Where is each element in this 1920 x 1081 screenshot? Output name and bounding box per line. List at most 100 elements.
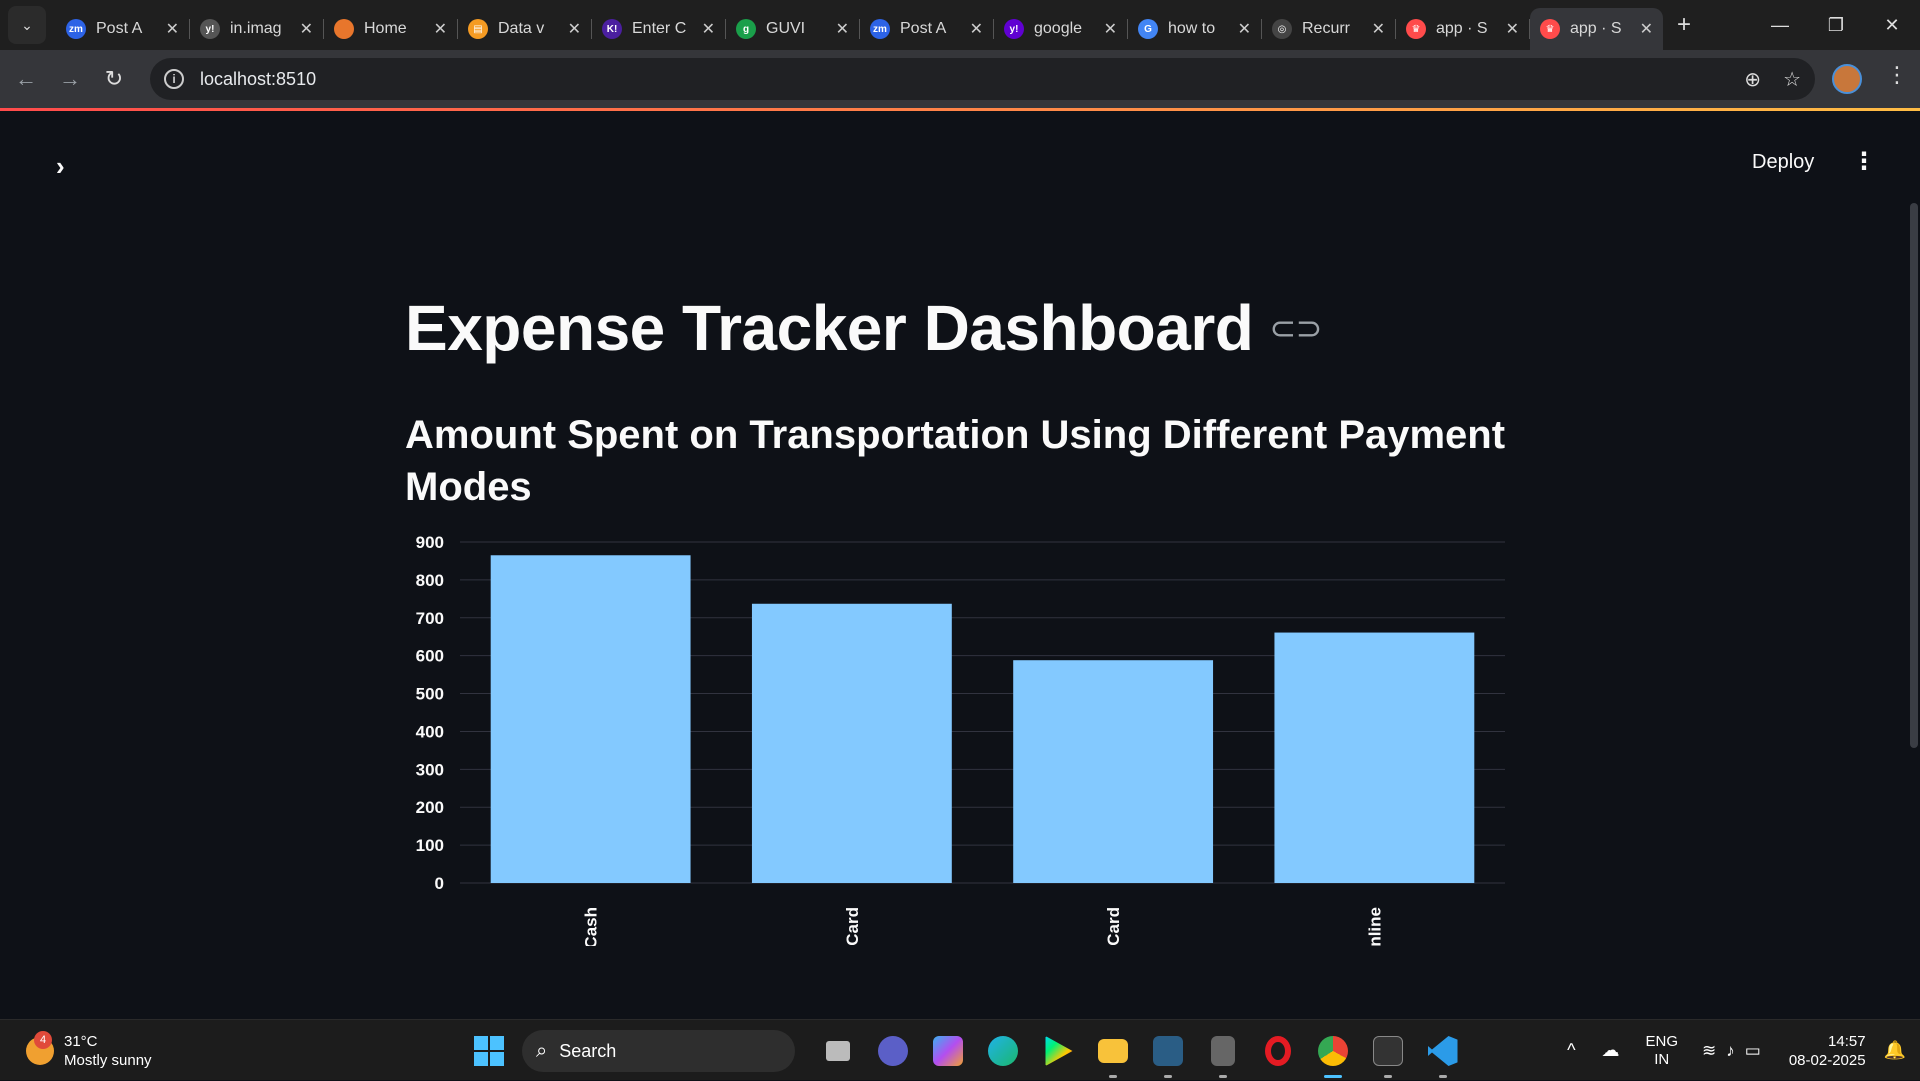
system-tray: ^ ☁ ENG IN ≋♪▭ 14:57 08-02-2025 🔔 (1567, 1020, 1920, 1081)
y-tick-label: 500 (416, 685, 444, 704)
browser-tab[interactable]: ◎ Recurr ✕ (1262, 8, 1395, 50)
reload-button[interactable]: ↻ (96, 66, 132, 92)
minimize-button[interactable]: — (1752, 15, 1808, 36)
bookmark-star-icon[interactable]: ☆ (1783, 67, 1801, 92)
zm-icon: zm (870, 19, 890, 39)
scrollbar[interactable] (1910, 203, 1918, 748)
tab-close-icon[interactable]: ✕ (1372, 19, 1385, 39)
deploy-button[interactable]: Deploy (1752, 151, 1814, 174)
x-tick-label: it Card (1104, 907, 1123, 946)
sidebar-expand-chevron-icon[interactable]: › (56, 151, 65, 182)
tab-label: how to (1168, 20, 1216, 37)
k-icon: K! (602, 19, 622, 39)
browser-tab[interactable]: zm Post A ✕ (860, 8, 993, 50)
browser-tab-bar: ⌄ zm Post A ✕ y! in.imag ✕ Home ✕ ▤ Data v ✕ K! Ente… (0, 0, 1920, 50)
browser-tab[interactable]: ▤ Data v ✕ (458, 8, 591, 50)
lang-top: ENG (1645, 1032, 1679, 1050)
forward-button[interactable]: → (52, 66, 88, 92)
browser-menu-icon[interactable]: ⋮ (1886, 62, 1908, 88)
tab-label: in.imag (230, 20, 282, 37)
x-tick-label: Cash (582, 907, 601, 946)
calculator-icon[interactable] (1195, 1032, 1250, 1078)
tab-close-icon[interactable]: ✕ (836, 19, 849, 39)
y-icon: y! (1004, 19, 1024, 39)
main-menu-icon[interactable]: ⋮ (1852, 147, 1876, 176)
clock-date: 08-02-2025 (1788, 1051, 1866, 1069)
y-tick-label: 700 (416, 609, 444, 628)
tab-close-icon[interactable]: ✕ (1238, 19, 1251, 39)
tab-close-icon[interactable]: ✕ (166, 19, 179, 39)
language-indicator[interactable]: ENG IN (1646, 1033, 1679, 1069)
terminal-icon[interactable] (1360, 1032, 1415, 1078)
browser-tab[interactable]: ♛ app · S ✕ (1396, 8, 1529, 50)
streamlit-icon: ♛ (1406, 19, 1426, 39)
browser-tab[interactable]: zm Post A ✕ (56, 8, 189, 50)
streamlit-icon: ♛ (1540, 19, 1560, 39)
zoom-icon[interactable]: ⊕ (1744, 67, 1761, 92)
restore-button[interactable]: ❐ (1808, 15, 1864, 36)
site-info-icon[interactable]: i (164, 69, 184, 89)
new-tab-button[interactable]: + (1677, 11, 1691, 39)
browser-tab[interactable]: g GUVI ✕ (726, 8, 859, 50)
page-title: Expense Tracker Dashboard ⊂⊃ (405, 291, 1322, 365)
y-tick-label: 800 (416, 571, 444, 590)
task-view-icon[interactable] (810, 1032, 865, 1070)
tray-overflow-chevron-icon[interactable]: ^ (1567, 1040, 1575, 1061)
anchor-link-icon[interactable]: ⊂⊃ (1269, 309, 1322, 347)
meet-icon[interactable] (865, 1032, 920, 1070)
address-bar[interactable]: i localhost:8510 ⊕ ☆ (150, 58, 1815, 100)
onedrive-cloud-icon[interactable]: ☁ (1602, 1040, 1620, 1061)
browser-tab[interactable]: K! Enter C ✕ (592, 8, 725, 50)
edge-icon[interactable] (975, 1032, 1030, 1070)
window-controls: — ❐ ✕ (1752, 0, 1920, 50)
app-main: › Deploy ⋮ Expense Tracker Dashboard ⊂⊃ … (0, 111, 1920, 1019)
mysql-workbench-icon[interactable] (1140, 1032, 1195, 1078)
url-text[interactable]: localhost:8510 (200, 69, 316, 90)
tab-close-icon[interactable]: ✕ (1506, 19, 1519, 39)
y-tick-label: 100 (416, 836, 444, 855)
tab-close-icon[interactable]: ✕ (970, 19, 983, 39)
tab-search-button[interactable]: ⌄ (8, 6, 46, 44)
y-tick-label: 200 (416, 798, 444, 817)
browser-tab[interactable]: ♛ app · S ✕ (1530, 8, 1663, 50)
profile-avatar[interactable] (1832, 64, 1862, 94)
network-volume-battery-icons[interactable]: ≋♪▭ (1702, 1041, 1771, 1061)
google-icon: G (1138, 19, 1158, 39)
openai-icon: ◎ (1272, 19, 1292, 39)
start-button[interactable] (474, 1036, 504, 1066)
y-tick-label: 300 (416, 760, 444, 779)
browser-tab[interactable]: y! in.imag ✕ (190, 8, 323, 50)
tab-close-icon[interactable]: ✕ (434, 19, 447, 39)
browser-tab[interactable]: Ghow to ✕ (1128, 8, 1261, 50)
close-window-button[interactable]: ✕ (1864, 15, 1920, 36)
c-icon (334, 19, 354, 39)
file-explorer-icon[interactable] (1085, 1032, 1140, 1078)
copilot-icon[interactable] (920, 1032, 975, 1070)
tab-close-icon[interactable]: ✕ (300, 19, 313, 39)
lang-bottom: IN (1654, 1050, 1670, 1068)
opera-icon[interactable] (1250, 1032, 1305, 1070)
tab-close-icon[interactable]: ✕ (1640, 19, 1653, 39)
tab-close-icon[interactable]: ✕ (702, 19, 715, 39)
clock[interactable]: 14:57 08-02-2025 (1789, 1032, 1866, 1070)
weather-widget[interactable]: 4 31°C Mostly sunny (26, 1031, 152, 1070)
notification-bell-icon[interactable]: 🔔 (1884, 1040, 1906, 1061)
chrome-icon[interactable] (1305, 1032, 1360, 1078)
sun-icon: 4 (26, 1031, 54, 1065)
browser-tab[interactable]: Home ✕ (324, 8, 457, 50)
play-store-icon[interactable] (1030, 1032, 1085, 1070)
tab-close-icon[interactable]: ✕ (568, 19, 581, 39)
tab-label: Home (364, 20, 407, 37)
search-icon: ⌕ (536, 1039, 548, 1062)
weather-badge: 4 (34, 1031, 52, 1049)
search-label: Search (559, 1040, 617, 1061)
back-button[interactable]: ← (8, 66, 44, 92)
taskbar-apps (810, 1032, 1470, 1078)
bar-debit-card (751, 603, 952, 883)
vscode-icon[interactable] (1415, 1032, 1470, 1078)
y-tick-label: 600 (416, 647, 444, 666)
chart-heading: Amount Spent on Transportation Using Dif… (405, 413, 1506, 509)
browser-tab[interactable]: y! google ✕ (994, 8, 1127, 50)
tab-close-icon[interactable]: ✕ (1104, 19, 1117, 39)
taskbar-search[interactable]: ⌕ Search (522, 1030, 795, 1072)
